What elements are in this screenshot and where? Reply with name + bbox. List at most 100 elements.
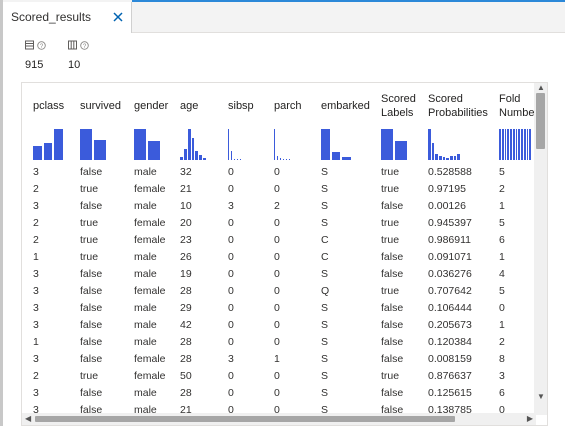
table-cell: 0 [228,166,234,178]
table-cell: true [80,370,99,382]
table-row[interactable]: 1 false male 28 0 0 Sfalse 0.120384 2 [22,334,536,351]
results-grid: pclass survived gender age sibsp parch embarke… [22,83,536,415]
table-cell: female [134,370,166,382]
column-histogram [33,127,63,160]
horizontal-scroll-thumb[interactable] [35,416,455,422]
histogram-bar [510,129,512,160]
column-header-label: pclass [33,100,65,112]
table-row[interactable]: 2 true female 21 0 0 Strue 0.97195 2 [22,181,536,198]
table-cell: female [134,285,166,297]
table-cell: 29 [180,302,192,314]
close-icon[interactable] [111,10,125,24]
table-cell: 2 [33,217,39,229]
table-row[interactable]: 3 false male 10 3 2 Sfalse 0.00126 1 [22,198,536,215]
column-header-label: embarked [321,100,370,112]
column-header[interactable]: survived [80,92,121,113]
histogram-bar [240,159,241,160]
table-cell: S [321,370,329,382]
tab-scored-results[interactable]: Scored_results [3,2,132,33]
table-cell: 0 [228,183,234,195]
table-cell: male [134,200,157,212]
table-cell: 0 [274,370,280,382]
table-row[interactable]: 2 true female 23 0 0 Ctrue 0.986911 6 [22,232,536,249]
table-cell: 0.97195 [428,183,466,195]
histogram-bar [191,138,195,160]
table-cell: 0 [274,387,280,399]
table-cell: 0 [228,268,234,280]
scroll-right-icon[interactable]: ▶ [527,415,533,423]
table-cell: male [134,268,157,280]
table-cell: 0 [274,268,280,280]
table-row[interactable]: 3 false female 28 3 1 Sfalse 0.008159 8 [22,351,536,368]
table-cell: 0 [228,336,234,348]
table-cell: male [134,387,157,399]
table-row[interactable]: 3 false female 28 0 0 Qtrue 0.707642 5 [22,283,536,300]
table-row[interactable]: 1 true male 26 0 0 Cfalse 0.091071 1 [22,249,536,266]
vertical-scroll-thumb[interactable] [536,93,545,149]
table-row[interactable]: 3 false male 29 0 0 Sfalse 0.106444 0 [22,300,536,317]
column-header[interactable]: Scored Probabilities [428,92,488,120]
table-cell: 0 [499,302,505,314]
column-header[interactable]: pclass [33,92,64,113]
histogram-bar [237,159,238,160]
histogram-bar [277,156,278,160]
histogram-bar [195,150,199,160]
table-cell: 0.986911 [428,234,472,246]
table-cell: true [80,217,99,229]
table-row[interactable]: 3 false male 32 0 0 Strue 0.528588 5 [22,164,536,181]
table-row[interactable]: 2 true female 20 0 0 Strue 0.945397 5 [22,215,536,232]
table-cell: 3 [33,387,39,399]
table-cell: 26 [180,251,192,263]
table-row[interactable]: 3 false male 42 0 0 Sfalse 0.205673 1 [22,317,536,334]
histogram-bar [526,129,529,160]
table-cell: 3 [33,285,39,297]
table-cell: false [80,302,103,314]
table-cell: 3 [33,319,39,331]
table-row[interactable]: 2 true female 50 0 0 Strue 0.876637 3 [22,368,536,385]
table-cell: male [134,251,157,263]
histogram-bar [435,153,438,160]
table-cell: 0 [274,183,280,195]
table-row[interactable]: 3 false male 19 0 0 Sfalse 0.036276 4 [22,266,536,283]
table-row[interactable]: 3 false male 28 0 0 Sfalse 0.125615 6 [22,385,536,402]
column-header[interactable]: gender [134,92,168,113]
column-header[interactable]: parch [274,92,302,113]
column-header[interactable]: Fold Number [499,92,536,120]
column-header[interactable]: age [180,92,198,113]
table-cell: S [321,353,329,365]
table-cell: 42 [180,319,192,331]
table-cell: 0 [228,251,234,263]
histogram-bar [450,156,453,160]
scroll-left-icon[interactable]: ◀ [25,415,31,423]
table-cell: 0 [274,302,280,314]
table-cell: 8 [499,353,505,365]
table-cell: 1 [499,251,505,263]
vertical-scrollbar[interactable]: ▲ ▼ [534,83,547,415]
table-cell: false [381,319,404,331]
table-cell: 0.528588 [428,166,472,178]
table-cell: male [134,302,157,314]
table-cell: 0.707642 [428,285,472,297]
column-header[interactable]: Scored Labels [381,92,416,120]
histogram-bar [504,129,507,160]
scroll-up-icon[interactable]: ▲ [537,84,545,92]
table-cell: female [134,353,166,365]
table-cell: false [80,200,103,212]
table-cell: 2 [33,370,39,382]
table-cell: 0.091071 [428,251,472,263]
column-header[interactable]: sibsp [228,92,254,113]
tab-label: Scored_results [11,10,92,24]
table-cell: 1 [499,200,505,212]
info-icon[interactable]: ? [37,37,46,55]
table-cell: 2 [499,336,505,348]
histogram-bar [280,157,281,160]
table-cell: 10 [180,200,192,212]
histogram-bar [442,156,446,160]
scroll-down-icon[interactable]: ▼ [537,393,545,401]
horizontal-scrollbar[interactable]: ◀ ▶ [22,413,536,425]
histogram-bar [228,129,229,160]
column-header[interactable]: embarked [321,92,370,113]
info-icon[interactable]: ? [80,37,89,55]
column-histogram [321,127,351,160]
histogram-bar [446,157,449,160]
